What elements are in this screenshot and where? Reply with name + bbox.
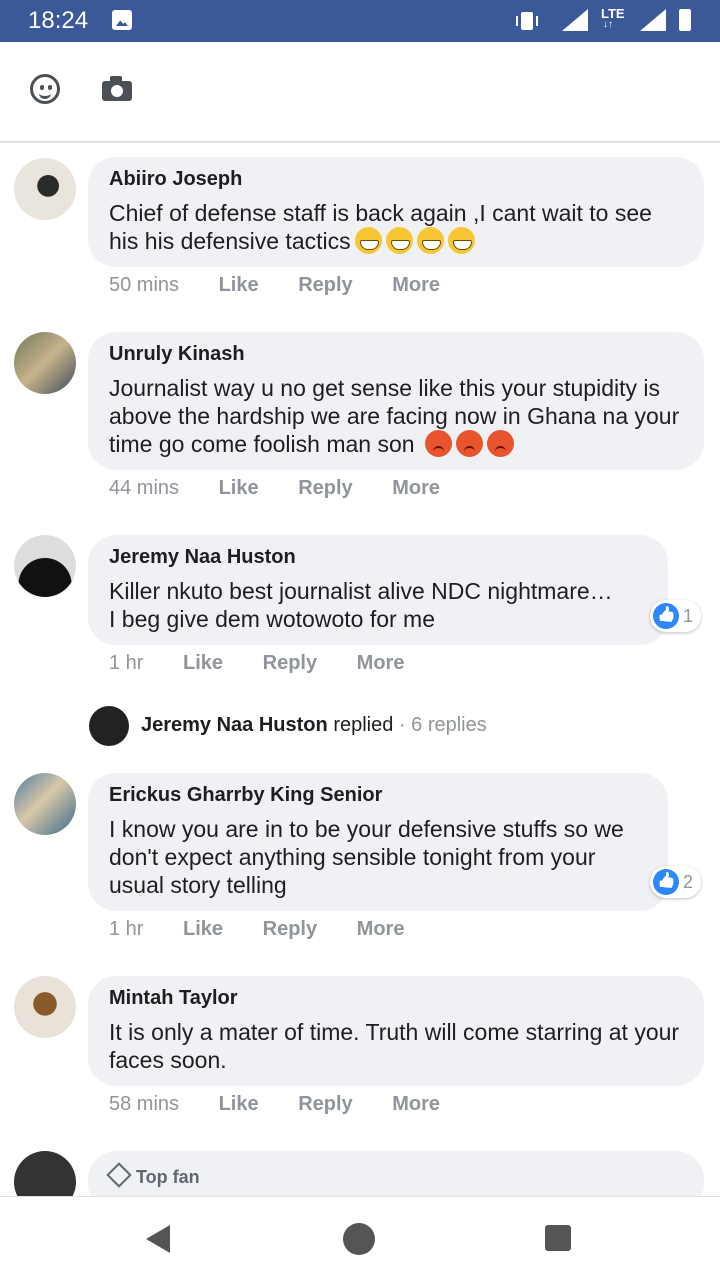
comment-time: 58 mins (109, 1093, 180, 1115)
grin-emoji-icon (416, 227, 444, 254)
avatar[interactable] (14, 976, 76, 1038)
more-button[interactable]: More (392, 477, 440, 499)
more-button[interactable]: More (392, 274, 440, 296)
like-button[interactable]: Like (183, 918, 223, 940)
reply-button[interactable]: Reply (263, 918, 317, 940)
like-reaction-icon (653, 603, 679, 629)
comment-bubble: Unruly Kinash Journalist way u no get se… (88, 332, 704, 470)
comment-actions: 50 mins Like Reply More (109, 274, 474, 297)
comment-time: 1 hr (109, 652, 144, 674)
avatar[interactable] (14, 535, 76, 597)
data-arrows-icon: ↓↑ (603, 19, 613, 30)
angry-emoji-icon (486, 430, 514, 457)
clock: 18:24 (28, 7, 89, 34)
comment-actions: 44 mins Like Reply More (109, 477, 474, 500)
camera-icon[interactable] (102, 76, 132, 101)
like-button[interactable]: Like (183, 652, 223, 674)
image-notification-icon (112, 10, 132, 30)
more-button[interactable]: More (357, 652, 405, 674)
reaction-count-badge[interactable]: 2 (650, 866, 702, 898)
reply-author: Jeremy Naa Huston (141, 714, 328, 736)
smiley-face-icon[interactable] (30, 74, 60, 104)
comment-author[interactable]: Mintah Taylor (109, 985, 684, 1011)
comment-bubble: Jeremy Naa Huston Killer nkuto best jour… (88, 535, 668, 645)
like-button[interactable]: Like (219, 477, 259, 499)
back-icon[interactable] (146, 1225, 170, 1253)
comment-actions: 1 hr Like Reply More (109, 652, 438, 675)
avatar[interactable] (14, 332, 76, 394)
avatar (89, 706, 129, 746)
recents-icon[interactable] (545, 1225, 571, 1251)
comment-bubble: Erickus Gharrby King Senior I know you a… (88, 773, 668, 911)
comment-author[interactable]: Jeremy Naa Huston (109, 544, 648, 570)
reply-button[interactable]: Reply (298, 274, 352, 296)
vibrate-icon (516, 12, 538, 30)
grin-emoji-icon (354, 227, 382, 254)
like-button[interactable]: Like (219, 1093, 259, 1115)
comment-actions: 58 mins Like Reply More (109, 1093, 474, 1116)
comment-author[interactable]: Erickus Gharrby King Senior (109, 782, 648, 808)
comment-time: 50 mins (109, 274, 180, 296)
reply-verb: replied (333, 714, 394, 736)
top-fan-badge: Top fan (106, 1162, 200, 1188)
comment-text: Killer nkuto best journalist alive NDC n… (109, 578, 613, 632)
comment-time: 44 mins (109, 477, 180, 499)
avatar[interactable] (14, 773, 76, 835)
more-button[interactable]: More (357, 918, 405, 940)
reply-count: · 6 replies (398, 714, 487, 736)
angry-emoji-icon (455, 430, 483, 457)
android-nav-bar (0, 1196, 720, 1281)
reaction-count-badge[interactable]: 1 (650, 600, 702, 632)
battery-icon (679, 9, 691, 31)
reply-button[interactable]: Reply (263, 652, 317, 674)
reply-button[interactable]: Reply (298, 1093, 352, 1115)
comment-text: It is only a mater of time. Truth will c… (109, 1019, 680, 1073)
comment-text: I know you are in to be your defensive s… (109, 816, 624, 898)
comment-text: Chief of defense staff is back again ,I … (109, 200, 652, 254)
comment-bubble: Mintah Taylor It is only a mater of time… (88, 976, 704, 1086)
comment-author[interactable]: Unruly Kinash (109, 341, 684, 367)
comment-author[interactable]: Abiiro Joseph (109, 166, 684, 192)
angry-emoji-icon (424, 430, 452, 457)
like-button[interactable]: Like (219, 274, 259, 296)
like-reaction-icon (653, 869, 679, 895)
comment-composer-toolbar (0, 42, 720, 143)
diamond-icon (106, 1162, 132, 1188)
avatar[interactable] (14, 158, 76, 220)
comment-bubble: Abiiro Joseph Chief of defense staff is … (88, 157, 704, 267)
status-bar: 18:24 LTE ↓↑ (0, 0, 720, 42)
comment-text: Journalist way u no get sense like this … (109, 375, 680, 457)
more-button[interactable]: More (392, 1093, 440, 1115)
grin-emoji-icon (385, 227, 413, 254)
comment-actions: 1 hr Like Reply More (109, 918, 438, 941)
comment-time: 1 hr (109, 918, 144, 940)
reply-button[interactable]: Reply (298, 477, 352, 499)
home-icon[interactable] (343, 1223, 375, 1255)
signal-icon-2 (640, 9, 666, 31)
signal-icon (562, 9, 588, 31)
grin-emoji-icon (447, 227, 475, 254)
